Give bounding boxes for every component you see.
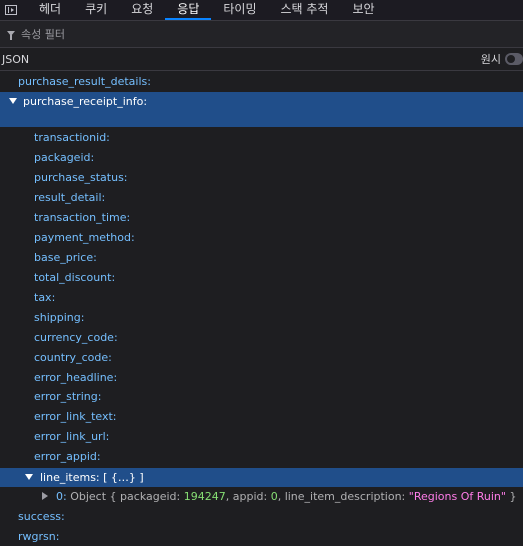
tree-row-error-link-text[interactable]: error_link_text: [0,407,523,426]
tree-key: 0: [56,490,67,503]
raw-toggle-wrap: 원시 [481,51,523,67]
json-section-label[interactable]: JSON [2,53,29,66]
tree-row-purchase-result-details[interactable]: purchase_result_details: [0,72,523,91]
tree-row-tax[interactable]: tax: [0,288,523,307]
expand-arrow-icon[interactable] [24,474,33,480]
filter-icon [7,30,15,40]
object-type: Object [70,490,107,503]
tree-key: error_string: [34,390,102,403]
tab-timings[interactable]: 타이밍 [211,0,268,20]
tree-row-error-link-url[interactable]: error_link_url: [0,427,523,446]
tree-key: result_detail: [34,191,106,204]
tree-key: payment_method: [34,231,135,244]
tree-row-shipping[interactable]: shipping: [0,308,523,327]
tab-security[interactable]: 보안 [340,0,386,20]
tree-key: line_items: [40,471,100,484]
tree-key: total_discount: [34,271,116,284]
tree-key: error_headline: [34,371,118,384]
tab-stack-trace[interactable]: 스택 추적 [269,0,341,20]
tree-row-rwgrsn[interactable]: rwgrsn: [0,527,523,546]
tree-key: transaction_time: [34,211,131,224]
tree-row-error-headline[interactable]: error_headline: [0,368,523,387]
tree-row-packageid[interactable]: packageid: [0,148,523,167]
raw-label: 원시 [480,53,501,66]
preview-packageid-key: packageid: [120,490,181,503]
tab-response[interactable]: 응답 [165,0,212,20]
tree-key: shipping: [34,311,85,324]
tab-request[interactable]: 요청 [119,0,165,20]
tree-row-transaction-time[interactable]: transaction_time: [0,208,523,227]
tree-key: rwgrsn: [18,530,60,543]
tree-row-error-appid[interactable]: error_appid: [0,447,523,466]
tree-row-currency-code[interactable]: currency_code: [0,328,523,347]
array-preview: [ {…} ] [103,471,144,484]
tree-key: error_link_url: [34,430,110,443]
tree-row-payment-method[interactable]: payment_method: [0,228,523,247]
tree-key: success: [18,510,65,523]
preview-appid-key: appid: [232,490,268,503]
tree-key: packageid: [34,151,95,164]
json-header: JSON 원시 [0,48,523,71]
expand-arrow-icon[interactable] [8,98,17,104]
tree-row-purchase-status[interactable]: purchase_status: [0,168,523,187]
tree-row-line-items[interactable]: line_items: [ {…} ] [0,468,523,487]
tree-key: transactionid: [34,131,110,144]
tree-row-result-detail[interactable]: result_detail: [0,188,523,207]
tree-key: tax: [34,291,56,304]
tree-row-error-string[interactable]: error_string: [0,387,523,406]
collapsed-arrow-icon[interactable] [41,492,48,500]
tree-key: error_appid: [34,450,101,463]
preview-description-value: "Regions Of Ruin" [408,490,506,503]
tree-row-base-price[interactable]: base_price: [0,248,523,267]
object-open-brace: { [109,490,117,503]
tree-key: country_code: [34,351,112,364]
tab-bar: 헤더 쿠키 요청 응답 타이밍 스택 추적 보안 [0,0,523,21]
filter-properties-input[interactable] [21,27,501,41]
tree-row-line-item-0[interactable]: 0: Object { packageid: 194247, appid: 0,… [0,487,523,506]
tree-row-success[interactable]: success: [0,507,523,526]
raw-toggle[interactable] [505,53,523,65]
tree-row-transactionid[interactable]: transactionid: [0,128,523,147]
filter-bar [0,21,523,48]
object-close-brace: } [509,490,517,503]
tab-cookies[interactable]: 쿠키 [73,0,119,20]
toggle-sidebar-icon[interactable] [5,5,17,15]
tree-key: purchase_result_details: [18,75,151,88]
tree-key: purchase_status: [34,171,128,184]
preview-description-key: line_item_description: [284,490,406,503]
tree-row-country-code[interactable]: country_code: [0,348,523,367]
preview-packageid-value: 194247 [183,490,226,503]
tree-row-total-discount[interactable]: total_discount: [0,268,523,287]
preview-appid-value: 0 [270,490,278,503]
tree-key: error_link_text: [34,410,117,423]
tree-row-purchase-receipt-info[interactable]: purchase_receipt_info: [0,92,523,127]
tree-key: base_price: [34,251,97,264]
tree-key: purchase_receipt_info: [23,95,148,108]
tree-key: currency_code: [34,331,118,344]
tab-headers[interactable]: 헤더 [27,0,73,20]
